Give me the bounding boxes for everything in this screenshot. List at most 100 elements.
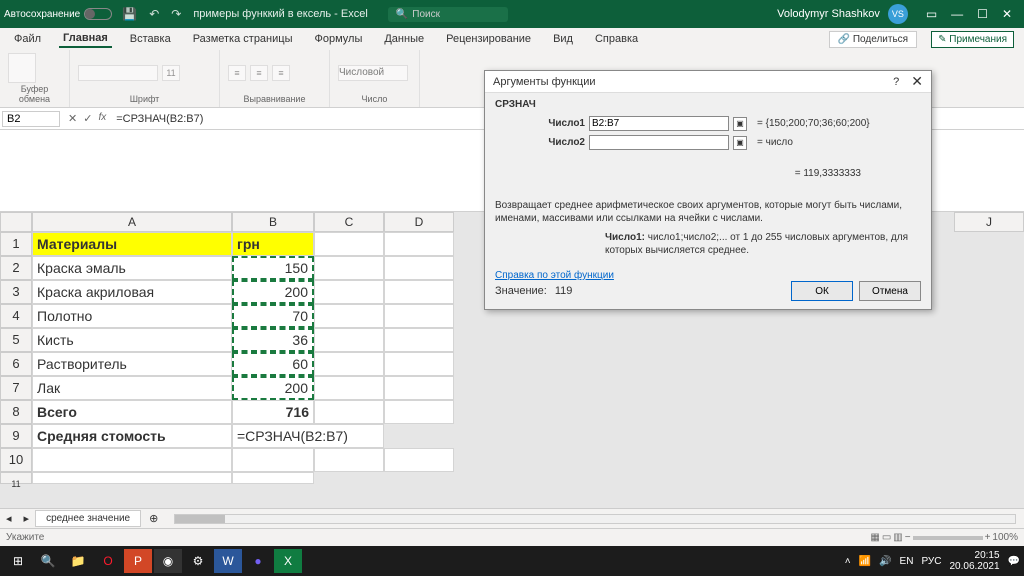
excel-icon[interactable]: X	[274, 549, 302, 573]
cell-a1[interactable]: Материалы	[32, 232, 232, 256]
zoom-out-icon[interactable]: −	[905, 532, 911, 543]
redo-icon[interactable]: ↷	[171, 7, 181, 21]
cell-b4[interactable]: 70	[232, 304, 314, 328]
sheet-tab-1[interactable]: среднее значение	[35, 510, 141, 527]
row-11[interactable]: 11	[0, 472, 32, 484]
powerpoint-icon[interactable]: P	[124, 549, 152, 573]
align-left-icon[interactable]: ≡	[228, 65, 246, 81]
cell-b8[interactable]: 716	[232, 400, 314, 424]
cancel-formula-icon[interactable]: ✕	[68, 112, 77, 125]
cell-b3[interactable]: 200	[232, 280, 314, 304]
ok-button[interactable]: ОК	[791, 281, 853, 301]
paste-icon[interactable]	[8, 53, 36, 83]
start-icon[interactable]: ⊞	[4, 549, 32, 573]
cell-a8[interactable]: Всего	[32, 400, 232, 424]
close-icon[interactable]: ✕	[1002, 7, 1012, 21]
row-8[interactable]: 8	[0, 400, 32, 424]
cell-b6[interactable]: 60	[232, 352, 314, 376]
number-format[interactable]	[338, 65, 408, 81]
col-a[interactable]: A	[32, 212, 232, 232]
help-link[interactable]: Справка по этой функции	[495, 270, 614, 281]
col-c[interactable]: C	[314, 212, 384, 232]
viber-icon[interactable]: ●	[244, 549, 272, 573]
zoom-slider[interactable]	[913, 536, 983, 540]
tray-network-icon[interactable]: 📶	[859, 556, 871, 567]
cell-a2[interactable]: Краска эмаль	[32, 256, 232, 280]
zoom-in-icon[interactable]: +	[985, 532, 991, 543]
row-9[interactable]: 9	[0, 424, 32, 448]
cancel-button[interactable]: Отмена	[859, 281, 921, 301]
col-d[interactable]: D	[384, 212, 454, 232]
tray-lang1[interactable]: EN	[900, 556, 914, 567]
tray-volume-icon[interactable]: 🔊	[879, 556, 891, 567]
cell-d1[interactable]	[384, 232, 454, 256]
row-3[interactable]: 3	[0, 280, 32, 304]
row-5[interactable]: 5	[0, 328, 32, 352]
arg2-input[interactable]	[589, 135, 729, 150]
view-break-icon[interactable]: ▥	[893, 532, 902, 543]
comments-button[interactable]: ✎ Примечания	[931, 31, 1014, 48]
name-box[interactable]	[2, 111, 60, 127]
zoom-level[interactable]: 100%	[992, 532, 1018, 543]
cell-b5[interactable]: 36	[232, 328, 314, 352]
opera-icon[interactable]: O	[94, 549, 122, 573]
tab-help[interactable]: Справка	[591, 31, 642, 47]
explorer-icon[interactable]: 📁	[64, 549, 92, 573]
minimize-icon[interactable]: —	[951, 7, 963, 21]
arg1-ref-icon[interactable]: ▣	[733, 117, 747, 131]
row-1[interactable]: 1	[0, 232, 32, 256]
fx-icon[interactable]: fx	[98, 112, 106, 125]
cell-b2[interactable]: 150	[232, 256, 314, 280]
row-6[interactable]: 6	[0, 352, 32, 376]
avatar[interactable]: VS	[888, 4, 908, 24]
col-b[interactable]: B	[232, 212, 314, 232]
settings-icon[interactable]: ⚙	[184, 549, 212, 573]
align-right-icon[interactable]: ≡	[272, 65, 290, 81]
cell-a3[interactable]: Краска акриловая	[32, 280, 232, 304]
arg1-input[interactable]	[589, 116, 729, 131]
horizontal-scrollbar[interactable]	[174, 514, 1016, 524]
cell-b1[interactable]: грн	[232, 232, 314, 256]
maximize-icon[interactable]: ☐	[977, 7, 988, 21]
cell-a5[interactable]: Кисть	[32, 328, 232, 352]
save-icon[interactable]: 💾	[122, 7, 137, 21]
row-10[interactable]: 10	[0, 448, 32, 472]
tab-view[interactable]: Вид	[549, 31, 577, 47]
col-j[interactable]: J	[954, 212, 1024, 232]
accept-formula-icon[interactable]: ✓	[83, 112, 92, 125]
tab-formulas[interactable]: Формулы	[310, 31, 366, 47]
cell-a9[interactable]: Средняя стомость	[32, 424, 232, 448]
tray-clock[interactable]: 20:1520.06.2021	[949, 550, 999, 572]
dialog-close-icon[interactable]: ✕	[911, 73, 923, 90]
sheet-nav-prev-icon[interactable]: ◂	[0, 512, 18, 525]
tab-file[interactable]: Файл	[10, 31, 45, 47]
arg2-ref-icon[interactable]: ▣	[733, 136, 747, 150]
chrome-icon[interactable]: ◉	[154, 549, 182, 573]
autosave-toggle[interactable]: Автосохранение	[4, 8, 112, 20]
cell-a7[interactable]: Лак	[32, 376, 232, 400]
cell-b9[interactable]: =СРЗНАЧ(B2:B7)	[232, 424, 384, 448]
search-input[interactable]: 🔍 Поиск	[388, 7, 508, 22]
tab-review[interactable]: Рецензирование	[442, 31, 535, 47]
tray-notifications-icon[interactable]: 💬	[1008, 556, 1020, 567]
tab-data[interactable]: Данные	[380, 31, 428, 47]
row-7[interactable]: 7	[0, 376, 32, 400]
font-size[interactable]: 11	[162, 65, 180, 81]
tab-home[interactable]: Главная	[59, 30, 112, 48]
align-center-icon[interactable]: ≡	[250, 65, 268, 81]
row-2[interactable]: 2	[0, 256, 32, 280]
view-layout-icon[interactable]: ▭	[882, 532, 891, 543]
user-name[interactable]: Volodymyr Shashkov	[777, 8, 880, 20]
dialog-help-icon[interactable]: ?	[893, 76, 899, 88]
tab-insert[interactable]: Вставка	[126, 31, 175, 47]
ribbon-options-icon[interactable]: ▭	[926, 7, 937, 21]
row-4[interactable]: 4	[0, 304, 32, 328]
undo-icon[interactable]: ↶	[149, 7, 159, 21]
toggle-icon[interactable]	[84, 8, 112, 20]
search-taskbar-icon[interactable]: 🔍	[34, 549, 62, 573]
share-button[interactable]: 🔗 Поделиться	[829, 31, 917, 48]
add-sheet-icon[interactable]: ⊕	[141, 512, 166, 525]
font-select[interactable]	[78, 65, 158, 81]
cell-c1[interactable]	[314, 232, 384, 256]
word-icon[interactable]: W	[214, 549, 242, 573]
